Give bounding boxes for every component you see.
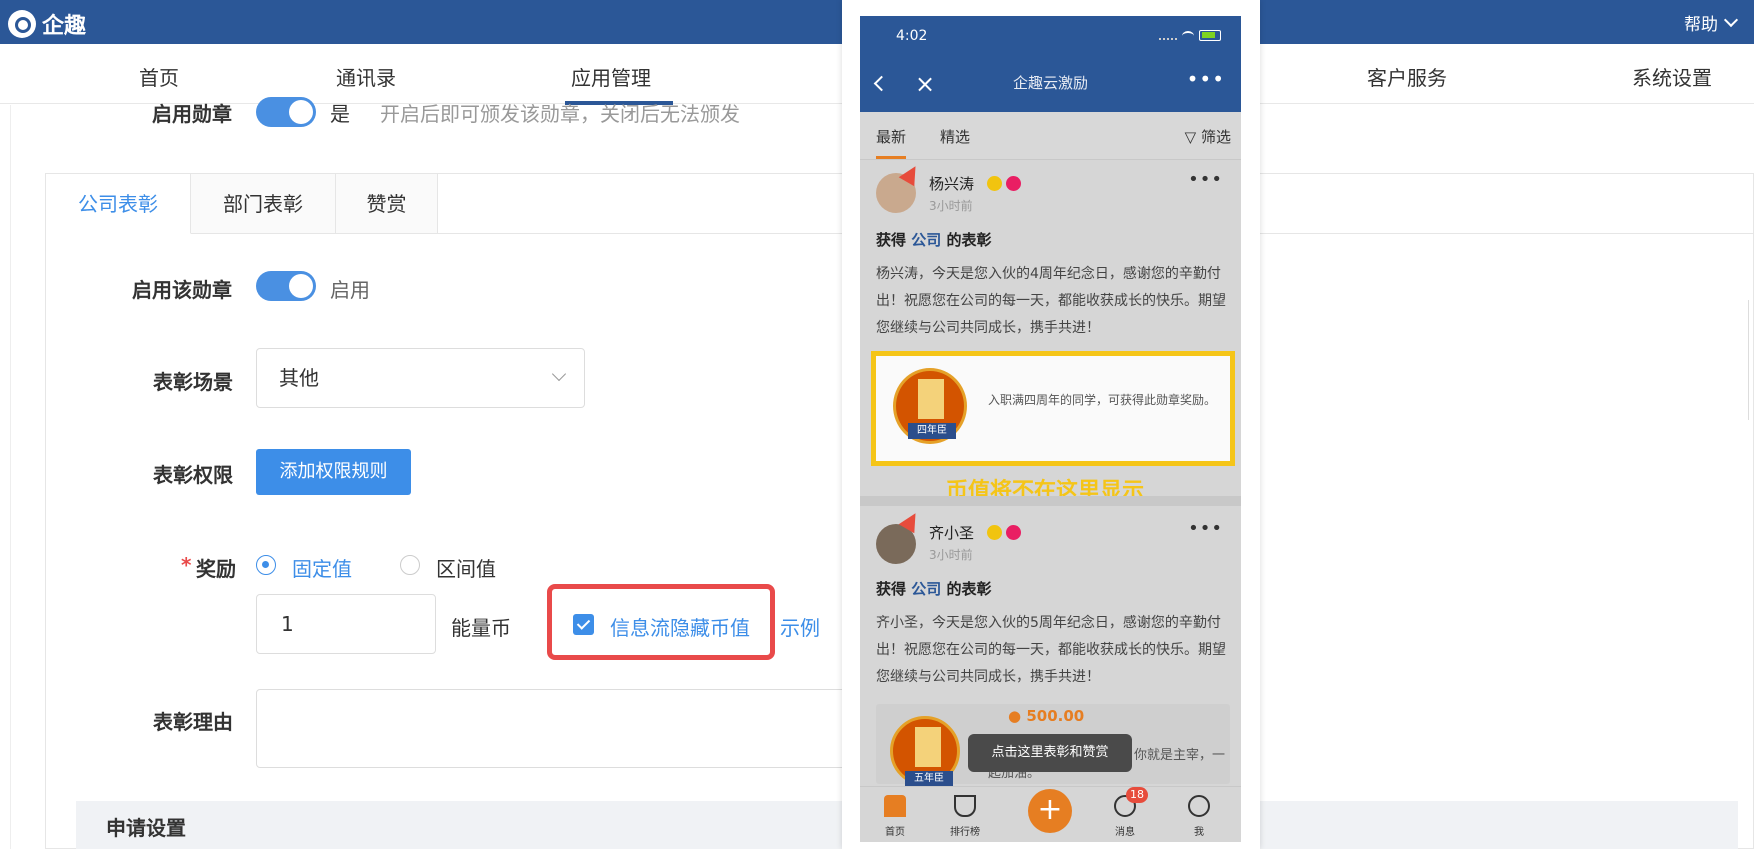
post-author: 杨兴涛: [929, 175, 975, 193]
logo-icon: [8, 10, 36, 38]
help-label: 帮助: [1684, 15, 1718, 35]
filter-icon: ▽: [1184, 128, 1201, 146]
required-marker: *: [181, 553, 192, 577]
reward-amount-input[interactable]: 1: [256, 594, 436, 654]
message-count-badge: 18: [1126, 787, 1148, 803]
reason-textarea[interactable]: [256, 689, 846, 768]
enable-this-medal-toggle[interactable]: [256, 271, 316, 301]
wifi-icon: [1182, 30, 1194, 41]
nav-customer-service[interactable]: 客户服务: [1367, 62, 1447, 91]
badge-scroll: [915, 727, 941, 767]
medal-badge-icon: 五年臣: [890, 716, 960, 787]
post-body: 齐小圣，今天是您入伙的5周年纪念日，感谢您的辛勤付出！祝愿您在公司的每一天，都能…: [876, 615, 1226, 685]
phone-title-bar: × 企趣云激励 •••: [860, 54, 1241, 112]
post-title: 获得 公司 的表彰: [876, 580, 992, 598]
status-time: 4:02: [896, 28, 928, 44]
post-body: 杨兴涛，今天是您入伙的4周年纪念日，感谢您的辛勤付出！祝愿您在公司的每一天，都能…: [876, 266, 1226, 336]
medal-card-text-tail: ，你就是主宰，一: [1121, 748, 1226, 763]
brand-name: 企趣: [42, 14, 87, 39]
badge-tag: 五年臣: [905, 771, 953, 787]
permission-label: 表彰权限: [153, 463, 233, 487]
tab-leaderboard[interactable]: 排行榜: [935, 823, 995, 838]
tab-department-commend[interactable]: 部门表彰: [191, 174, 336, 234]
feed-post: 杨兴涛 3小时前 ••• 获得 公司 的表彰 杨兴涛，今天是您入伙的4周年纪念日…: [860, 161, 1241, 637]
nav-system-settings[interactable]: 系统设置: [1632, 62, 1712, 91]
trophy-icon: [954, 795, 976, 817]
add-button[interactable]: +: [1028, 789, 1072, 833]
tab-me[interactable]: 我: [1169, 823, 1229, 838]
enable-medal-value: 是: [330, 102, 350, 126]
scene-select[interactable]: 其他: [256, 348, 585, 408]
reward-range-radio[interactable]: [400, 555, 420, 575]
filter-button[interactable]: ▽ 筛选: [1185, 126, 1231, 147]
nav-app-management[interactable]: 应用管理: [571, 62, 651, 91]
post-time: 3小时前: [929, 548, 973, 562]
battery-icon: [1199, 30, 1221, 41]
badge-scroll: [918, 379, 944, 419]
tab-messages[interactable]: 消息: [1095, 823, 1155, 838]
scene-label: 表彰场景: [153, 370, 233, 394]
tab-company-commend[interactable]: 公司表彰: [46, 174, 191, 234]
enable-medal-hint: 开启后即可颁发该勋章，关闭后无法颁发: [380, 102, 740, 126]
enable-medal-label: 启用勋章: [152, 102, 232, 126]
status-icons: [1159, 30, 1221, 41]
post-more-icon[interactable]: •••: [1188, 518, 1223, 539]
medal-card[interactable]: 四年臣 入职满四周年的同学，可获得此勋章奖励。: [871, 351, 1235, 466]
post-more-icon[interactable]: •••: [1188, 169, 1223, 190]
scene-select-value: 其他: [279, 366, 319, 390]
coin-value: ● 500.00: [1008, 707, 1084, 725]
nav-home[interactable]: 首页: [139, 62, 179, 91]
nav-contacts[interactable]: 通讯录: [336, 62, 396, 91]
hide-coin-checkbox[interactable]: [573, 614, 594, 635]
medal-icon: [987, 176, 1002, 191]
chevron-down-icon: [551, 366, 567, 382]
more-icon[interactable]: •••: [1187, 67, 1225, 91]
tab-home[interactable]: 首页: [865, 823, 925, 838]
reward-fixed-label[interactable]: 固定值: [292, 553, 352, 582]
brand-logo[interactable]: 企趣: [8, 8, 86, 40]
phone-title: 企趣云激励: [1012, 74, 1088, 92]
phone-preview: 4:02 × 企趣云激励 ••• 最新 精选 ▽ 筛选 杨兴涛 3小时前 •••…: [860, 16, 1241, 842]
badge-tag: 四年臣: [908, 423, 956, 439]
filter-label: 筛选: [1200, 128, 1231, 146]
feed-tab-latest[interactable]: 最新: [876, 126, 906, 147]
post-title: 获得 公司 的表彰: [876, 231, 992, 249]
enable-this-medal-value: 启用: [330, 278, 370, 302]
reward-range-label[interactable]: 区间值: [436, 553, 496, 582]
post-divider: [860, 496, 1241, 506]
section-title: 申请设置: [106, 816, 186, 840]
post-author: 齐小圣: [929, 524, 975, 542]
help-menu[interactable]: 帮助: [1684, 10, 1739, 35]
status-bar: 4:02: [860, 16, 1241, 54]
scrollbar[interactable]: [1748, 300, 1754, 420]
feed-filter-bar: 最新 精选 ▽ 筛选: [860, 112, 1241, 160]
hide-coin-label[interactable]: 信息流隐藏币值: [610, 612, 750, 641]
signal-icon: [1159, 31, 1177, 40]
feed-tab-indicator: [876, 156, 906, 159]
phone-tab-bar: 首页 排行榜 + 18 消息 我: [860, 786, 1241, 842]
post-time: 3小时前: [929, 199, 973, 213]
reason-label: 表彰理由: [153, 710, 233, 734]
home-icon: [884, 795, 906, 817]
enable-this-medal-label: 启用该勋章: [132, 278, 232, 302]
add-permission-rule-button[interactable]: 添加权限规则: [256, 449, 411, 495]
coin-amount: 500.00: [1026, 707, 1085, 725]
profile-icon: [1188, 795, 1210, 817]
coin-icon: ●: [1008, 707, 1022, 725]
medal-icon: [1006, 176, 1021, 191]
medal-card-text: 入职满四周年的同学，可获得此勋章奖励。: [988, 393, 1217, 407]
reward-label: 奖励: [196, 557, 236, 581]
chevron-down-icon: [1723, 12, 1739, 28]
medal-icon: [987, 525, 1002, 540]
enable-medal-toggle[interactable]: [256, 97, 316, 127]
tooltip: 点击这里表彰和赞赏: [968, 734, 1132, 772]
tab-appreciation[interactable]: 赞赏: [336, 174, 438, 234]
example-link[interactable]: 示例: [780, 612, 820, 641]
reward-fixed-radio[interactable]: [256, 555, 276, 575]
feed-tab-featured[interactable]: 精选: [940, 126, 970, 147]
medal-badge-icon: 四年臣: [893, 368, 967, 444]
medal-icon: [1006, 525, 1021, 540]
currency-unit: 能量币: [451, 616, 511, 640]
